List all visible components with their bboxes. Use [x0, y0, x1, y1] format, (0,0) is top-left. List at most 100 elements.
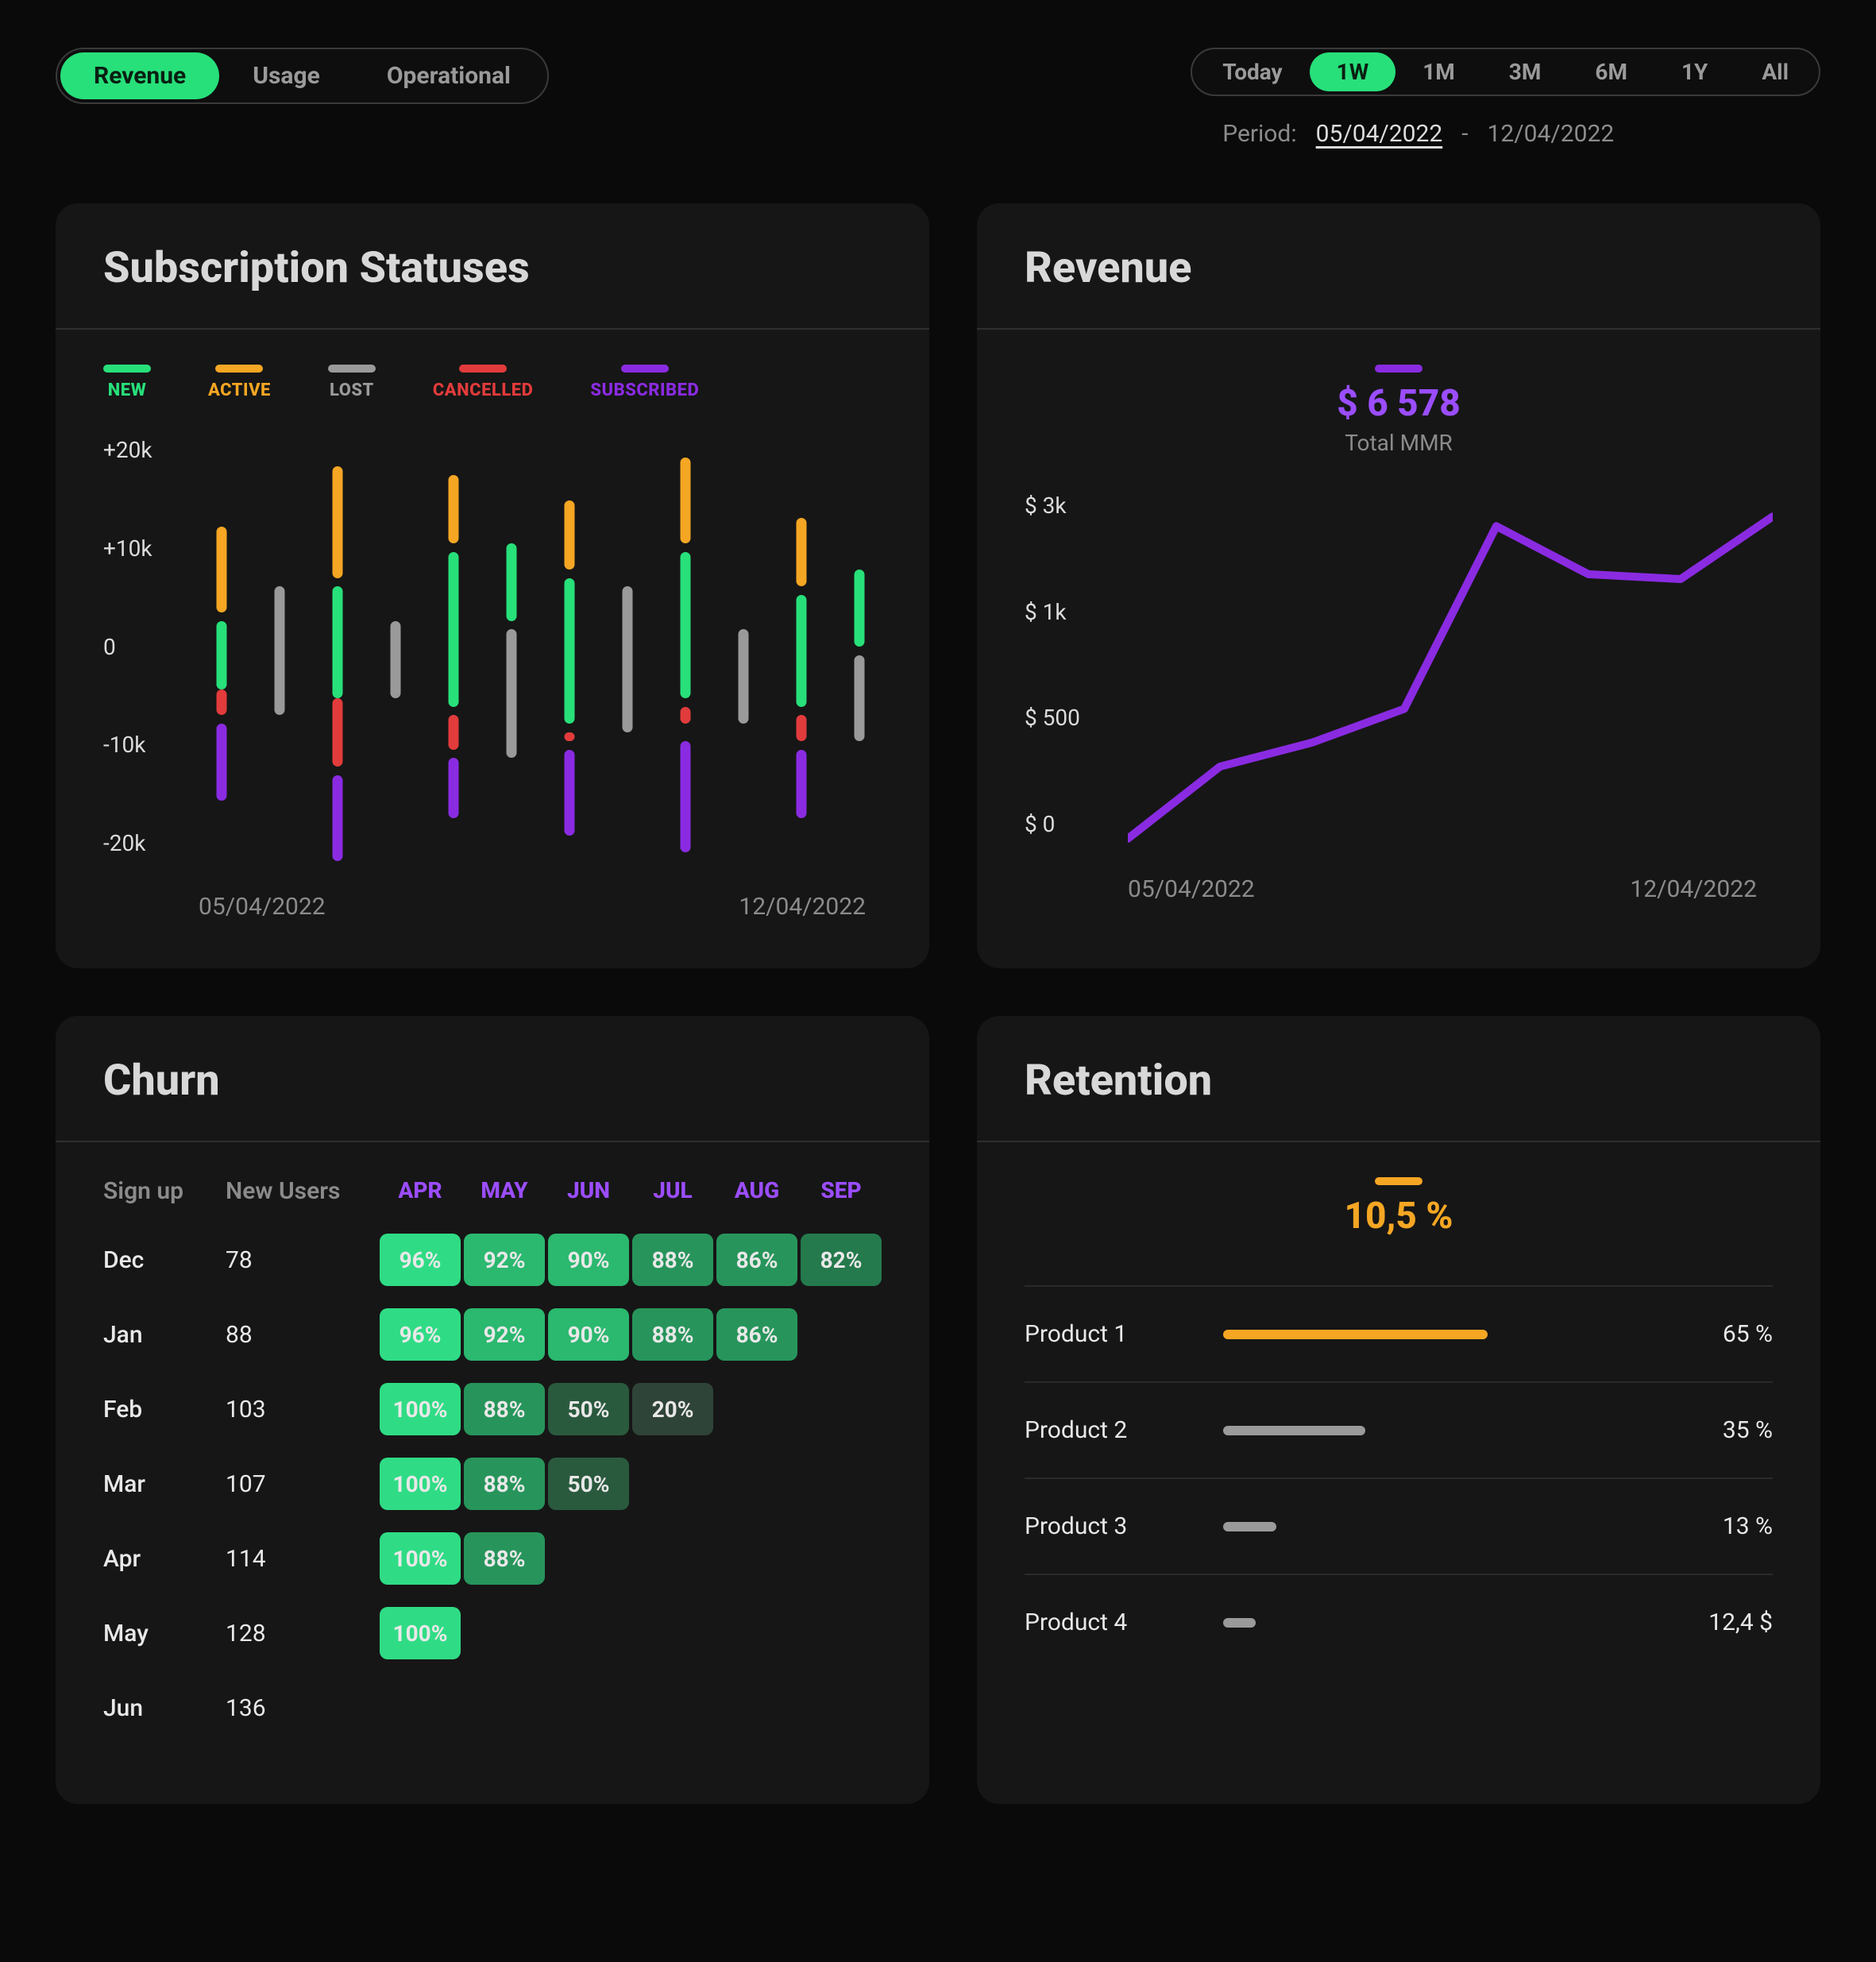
revenue-sublabel: Total MMR — [1345, 430, 1453, 456]
revenue-x-end: 12/04/2022 — [1630, 875, 1757, 903]
status-segment-cancelled — [448, 715, 458, 749]
churn-row-label: Mar — [103, 1470, 222, 1498]
legend-item-active: ACTIVE — [208, 365, 271, 400]
section-tab-revenue[interactable]: Revenue — [60, 52, 219, 99]
period-label: Period: — [1222, 120, 1296, 148]
churn-row-users: 136 — [226, 1694, 376, 1722]
churn-row-users: 78 — [226, 1246, 376, 1274]
section-tab-usage[interactable]: Usage — [219, 52, 353, 99]
status-segment-subscribed — [796, 750, 806, 818]
churn-row-label: May — [103, 1620, 222, 1647]
card-title: Subscription Statuses — [103, 243, 882, 293]
churn-col-month: JUN — [548, 1177, 629, 1205]
retention-row: Product 2 35 % — [1025, 1381, 1773, 1477]
y-tick: $ 0 — [1025, 811, 1128, 837]
churn-col-month: JUL — [632, 1177, 713, 1205]
legend-item-lost: LOST — [328, 365, 376, 400]
status-plot — [199, 432, 882, 861]
section-tab-operational[interactable]: Operational — [353, 52, 544, 99]
churn-row-label: Feb — [103, 1396, 222, 1423]
y-tick: -20k — [103, 830, 199, 856]
legend-label: CANCELLED — [433, 380, 533, 400]
churn-cell: 100% — [380, 1607, 461, 1659]
churn-row: Dec7896%92%90%88%86%82% — [103, 1234, 882, 1286]
status-segment-active — [680, 458, 690, 543]
legend-label: ACTIVE — [208, 380, 271, 400]
revenue-line — [1128, 516, 1773, 839]
churn-cell: 100% — [380, 1532, 461, 1585]
legend-item-cancelled: CANCELLED — [433, 365, 533, 400]
churn-col-month: APR — [380, 1177, 461, 1205]
status-column — [836, 432, 882, 861]
churn-row: May128100% — [103, 1607, 882, 1659]
range-tab-3m[interactable]: 3M — [1482, 52, 1569, 91]
range-tab-today[interactable]: Today — [1195, 52, 1309, 91]
status-segment-cancelled — [564, 732, 574, 741]
range-tab-1w[interactable]: 1W — [1310, 52, 1396, 91]
divider — [977, 1141, 1820, 1142]
revenue-swatch-icon — [1375, 365, 1422, 373]
status-segment-new — [448, 552, 458, 706]
range-tab-6m[interactable]: 6M — [1568, 52, 1654, 91]
retention-row-value: 35 % — [1654, 1416, 1773, 1444]
churn-col-month: MAY — [464, 1177, 545, 1205]
legend-item-subscribed: SUBSCRIBED — [590, 365, 699, 400]
period-start-date[interactable]: 05/04/2022 — [1316, 120, 1443, 148]
retention-bar-fill — [1223, 1618, 1256, 1628]
status-segment-new — [506, 543, 516, 620]
churn-table: Sign upNew UsersAPRMAYJUNJULAUGSEP Dec78… — [103, 1177, 882, 1734]
period-separator: - — [1461, 120, 1468, 148]
retention-bar-fill — [1223, 1330, 1488, 1339]
churn-row: Feb103100%88%50%20% — [103, 1383, 882, 1435]
churn-row-label: Jun — [103, 1694, 222, 1722]
retention-headline: 10,5 % — [1345, 1195, 1453, 1238]
status-x-end: 12/04/2022 — [739, 893, 866, 921]
churn-row: Jan8896%92%90%88%86% — [103, 1308, 882, 1361]
status-segment-cancelled — [216, 689, 226, 715]
y-tick: +20k — [103, 437, 199, 463]
churn-row-users: 114 — [226, 1545, 376, 1573]
retention-row: Product 412,4 $ — [1025, 1574, 1773, 1670]
status-segment-lost — [738, 629, 748, 724]
status-x-start: 05/04/2022 — [199, 893, 326, 921]
status-y-axis: +20k+10k0-10k-20k — [103, 432, 199, 861]
status-column — [778, 432, 824, 861]
status-segment-new — [332, 586, 342, 697]
legend-swatch-icon — [328, 365, 376, 373]
churn-row-users: 103 — [226, 1396, 376, 1423]
legend-label: NEW — [108, 380, 147, 400]
range-tab-1m[interactable]: 1M — [1395, 52, 1482, 91]
retention-row-value: 13 % — [1654, 1512, 1773, 1540]
status-column — [430, 432, 476, 861]
status-segment-lost — [506, 629, 516, 758]
churn-row: Jun136 — [103, 1682, 882, 1734]
churn-cell: 88% — [632, 1234, 713, 1286]
status-column — [372, 432, 418, 861]
legend-swatch-icon — [103, 365, 151, 373]
status-segment-new — [680, 552, 690, 698]
card-title: Revenue — [1025, 243, 1773, 293]
retention-row-label: Product 1 — [1025, 1320, 1199, 1348]
status-column — [720, 432, 766, 861]
status-segment-new — [854, 570, 864, 647]
period-end-date: 12/04/2022 — [1488, 120, 1615, 148]
status-segment-subscribed — [680, 741, 690, 852]
divider — [56, 328, 929, 330]
retention-row-label: Product 2 — [1025, 1416, 1199, 1444]
status-column — [315, 432, 360, 861]
range-tab-all[interactable]: All — [1735, 52, 1816, 91]
y-tick: 0 — [103, 634, 199, 660]
status-segment-active — [564, 500, 574, 569]
status-segment-active — [216, 527, 226, 612]
subscription-statuses-card: Subscription Statuses NEW ACTIVE LOST CANCE… — [56, 203, 929, 968]
time-range-tabs: Today1W1M3M6M1YAll — [1191, 48, 1820, 96]
retention-bar-fill — [1223, 1522, 1276, 1531]
divider — [977, 328, 1820, 330]
range-tab-1y[interactable]: 1Y — [1654, 52, 1735, 91]
section-tabs: RevenueUsageOperational — [56, 48, 549, 104]
legend-swatch-icon — [621, 365, 669, 373]
churn-cell: 96% — [380, 1308, 461, 1361]
churn-row-label: Jan — [103, 1321, 222, 1349]
status-segment-subscribed — [448, 758, 458, 818]
retention-swatch-icon — [1375, 1177, 1422, 1185]
